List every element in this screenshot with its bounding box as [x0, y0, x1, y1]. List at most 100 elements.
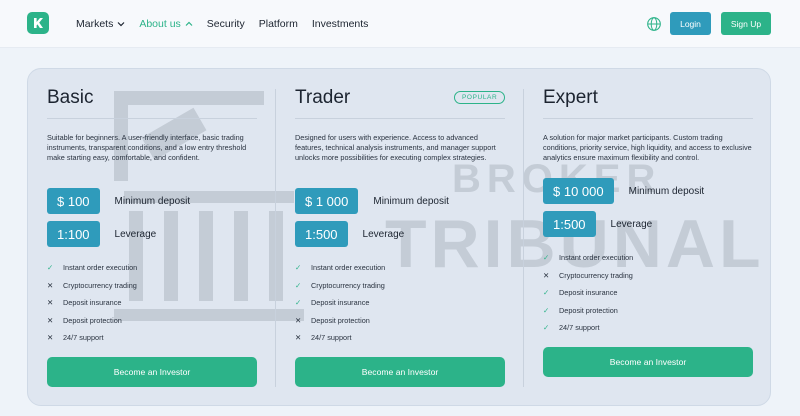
- feature-item: ✓ Instant order execution: [295, 259, 385, 277]
- plan-basic: Basic Suitable for beginners. A user-fri…: [47, 69, 257, 405]
- check-icon: ✓: [47, 263, 54, 273]
- feature-item: ✕ Deposit protection: [295, 312, 385, 330]
- login-button[interactable]: Login: [670, 12, 711, 35]
- feature-label: Deposit protection: [63, 315, 122, 325]
- chevron-up-icon: [185, 21, 193, 26]
- pricing-panel: BROKER TRIBUNAL Basic Suitable for begin…: [27, 68, 771, 406]
- feature-item: ✕ Deposit protection: [47, 312, 137, 330]
- cross-icon: ✕: [47, 280, 54, 290]
- title-divider: [47, 118, 257, 119]
- main-nav: Markets About us Security Platform Inves…: [76, 0, 368, 48]
- feature-item: ✓ Deposit insurance: [295, 294, 385, 312]
- check-icon: ✓: [295, 298, 302, 308]
- nav-investments-label: Investments: [311, 18, 369, 30]
- become-investor-button[interactable]: Become an Investor: [543, 347, 753, 377]
- cross-icon: ✕: [47, 298, 54, 308]
- deposit-value: $ 100: [47, 188, 100, 214]
- leverage-value: 1:100: [47, 221, 100, 247]
- feature-list: ✓ Instant order execution ✓ Cryptocurrency…: [295, 259, 385, 347]
- nav-platform[interactable]: Platform: [259, 18, 298, 30]
- leverage-label: Leverage: [114, 228, 157, 240]
- feature-item: ✓ Instant order execution: [543, 249, 633, 267]
- top-header: Markets About us Security Platform Inves…: [0, 0, 800, 48]
- feature-label: Deposit insurance: [63, 298, 122, 308]
- leverage-label: Leverage: [362, 228, 405, 240]
- feature-label: Instant order execution: [559, 253, 634, 263]
- feature-list: ✓ Instant order execution ✕ Cryptocurrency…: [47, 259, 137, 347]
- feature-label: Deposit protection: [559, 305, 618, 315]
- globe-icon[interactable]: [646, 16, 662, 32]
- leverage-label: Leverage: [610, 218, 653, 230]
- nav-investments[interactable]: Investments: [312, 18, 369, 30]
- column-divider: [275, 89, 276, 387]
- logo[interactable]: [27, 12, 49, 34]
- popular-badge: POPULAR: [454, 91, 506, 104]
- feature-item: ✓ Cryptocurrency trading: [295, 277, 385, 295]
- check-icon: ✓: [295, 263, 302, 273]
- plan-title: Trader: [295, 87, 351, 108]
- deposit-label: Minimum deposit: [114, 195, 191, 207]
- title-divider: [295, 118, 505, 119]
- nav-security-label: Security: [206, 18, 245, 30]
- feature-label: 24/7 support: [559, 323, 600, 333]
- check-icon: ✓: [295, 280, 302, 290]
- nav-about-us-label: About us: [139, 18, 181, 30]
- feature-label: Cryptocurrency trading: [559, 270, 633, 280]
- deposit-row: $ 10 000 Minimum deposit: [543, 178, 704, 204]
- signup-button[interactable]: Sign Up: [721, 12, 771, 35]
- feature-item: ✕ Cryptocurrency trading: [543, 267, 633, 285]
- nav-security[interactable]: Security: [207, 18, 245, 30]
- feature-label: Instant order execution: [63, 263, 138, 273]
- check-icon: ✓: [543, 305, 550, 315]
- feature-item: ✕ 24/7 support: [295, 329, 385, 347]
- title-divider: [543, 118, 753, 119]
- feature-label: 24/7 support: [63, 333, 104, 343]
- deposit-value: $ 10 000: [543, 178, 614, 204]
- cross-icon: ✕: [47, 333, 54, 343]
- cross-icon: ✕: [543, 270, 550, 280]
- nav-markets-label: Markets: [76, 18, 114, 30]
- feature-label: Cryptocurrency trading: [63, 280, 137, 290]
- become-investor-button[interactable]: Become an Investor: [295, 357, 505, 387]
- plan-title: Expert: [543, 87, 598, 108]
- chevron-down-icon: [117, 22, 125, 27]
- deposit-row: $ 100 Minimum deposit: [47, 188, 190, 214]
- feature-item: ✕ Deposit insurance: [47, 294, 137, 312]
- feature-label: Cryptocurrency trading: [311, 280, 385, 290]
- plan-expert: Expert A solution for major market parti…: [543, 69, 753, 405]
- feature-item: ✓ Deposit insurance: [543, 284, 633, 302]
- feature-item: ✓ Instant order execution: [47, 259, 137, 277]
- deposit-value: $ 1 000: [295, 188, 359, 214]
- check-icon: ✓: [543, 288, 550, 298]
- nav-about-us[interactable]: About us: [139, 18, 193, 30]
- leverage-row: 1:500 Leverage: [295, 221, 404, 247]
- feature-label: Deposit insurance: [311, 298, 370, 308]
- check-icon: ✓: [543, 253, 550, 263]
- nav-platform-label: Platform: [258, 18, 298, 30]
- feature-label: Instant order execution: [311, 263, 386, 273]
- leverage-row: 1:500 Leverage: [543, 211, 652, 237]
- leverage-value: 1:500: [543, 211, 596, 237]
- leverage-row: 1:100 Leverage: [47, 221, 156, 247]
- feature-label: Deposit protection: [311, 315, 370, 325]
- become-investor-button[interactable]: Become an Investor: [47, 357, 257, 387]
- check-icon: ✓: [543, 323, 550, 333]
- deposit-label: Minimum deposit: [373, 195, 449, 207]
- cross-icon: ✕: [295, 333, 302, 343]
- feature-list: ✓ Instant order execution ✕ Cryptocurrency…: [543, 249, 633, 337]
- plan-trader: Trader POPULAR Designed for users with e…: [295, 69, 506, 405]
- cross-icon: ✕: [295, 315, 302, 325]
- plan-title: Basic: [47, 87, 94, 108]
- feature-label: 24/7 support: [311, 333, 352, 343]
- plan-description: Designed for users with experience. Acce…: [295, 133, 496, 162]
- plan-description: A solution for major market participants…: [543, 133, 752, 162]
- feature-item: ✓ Deposit protection: [543, 302, 633, 320]
- leverage-value: 1:500: [295, 221, 348, 247]
- deposit-label: Minimum deposit: [628, 185, 705, 197]
- nav-markets[interactable]: Markets: [76, 18, 125, 30]
- feature-item: ✓ 24/7 support: [543, 319, 633, 337]
- feature-item: ✕ 24/7 support: [47, 329, 137, 347]
- deposit-row: $ 1 000 Minimum deposit: [295, 188, 449, 214]
- logo-k-icon: [34, 18, 43, 28]
- plan-description: Suitable for beginners. A user-friendly …: [47, 133, 247, 162]
